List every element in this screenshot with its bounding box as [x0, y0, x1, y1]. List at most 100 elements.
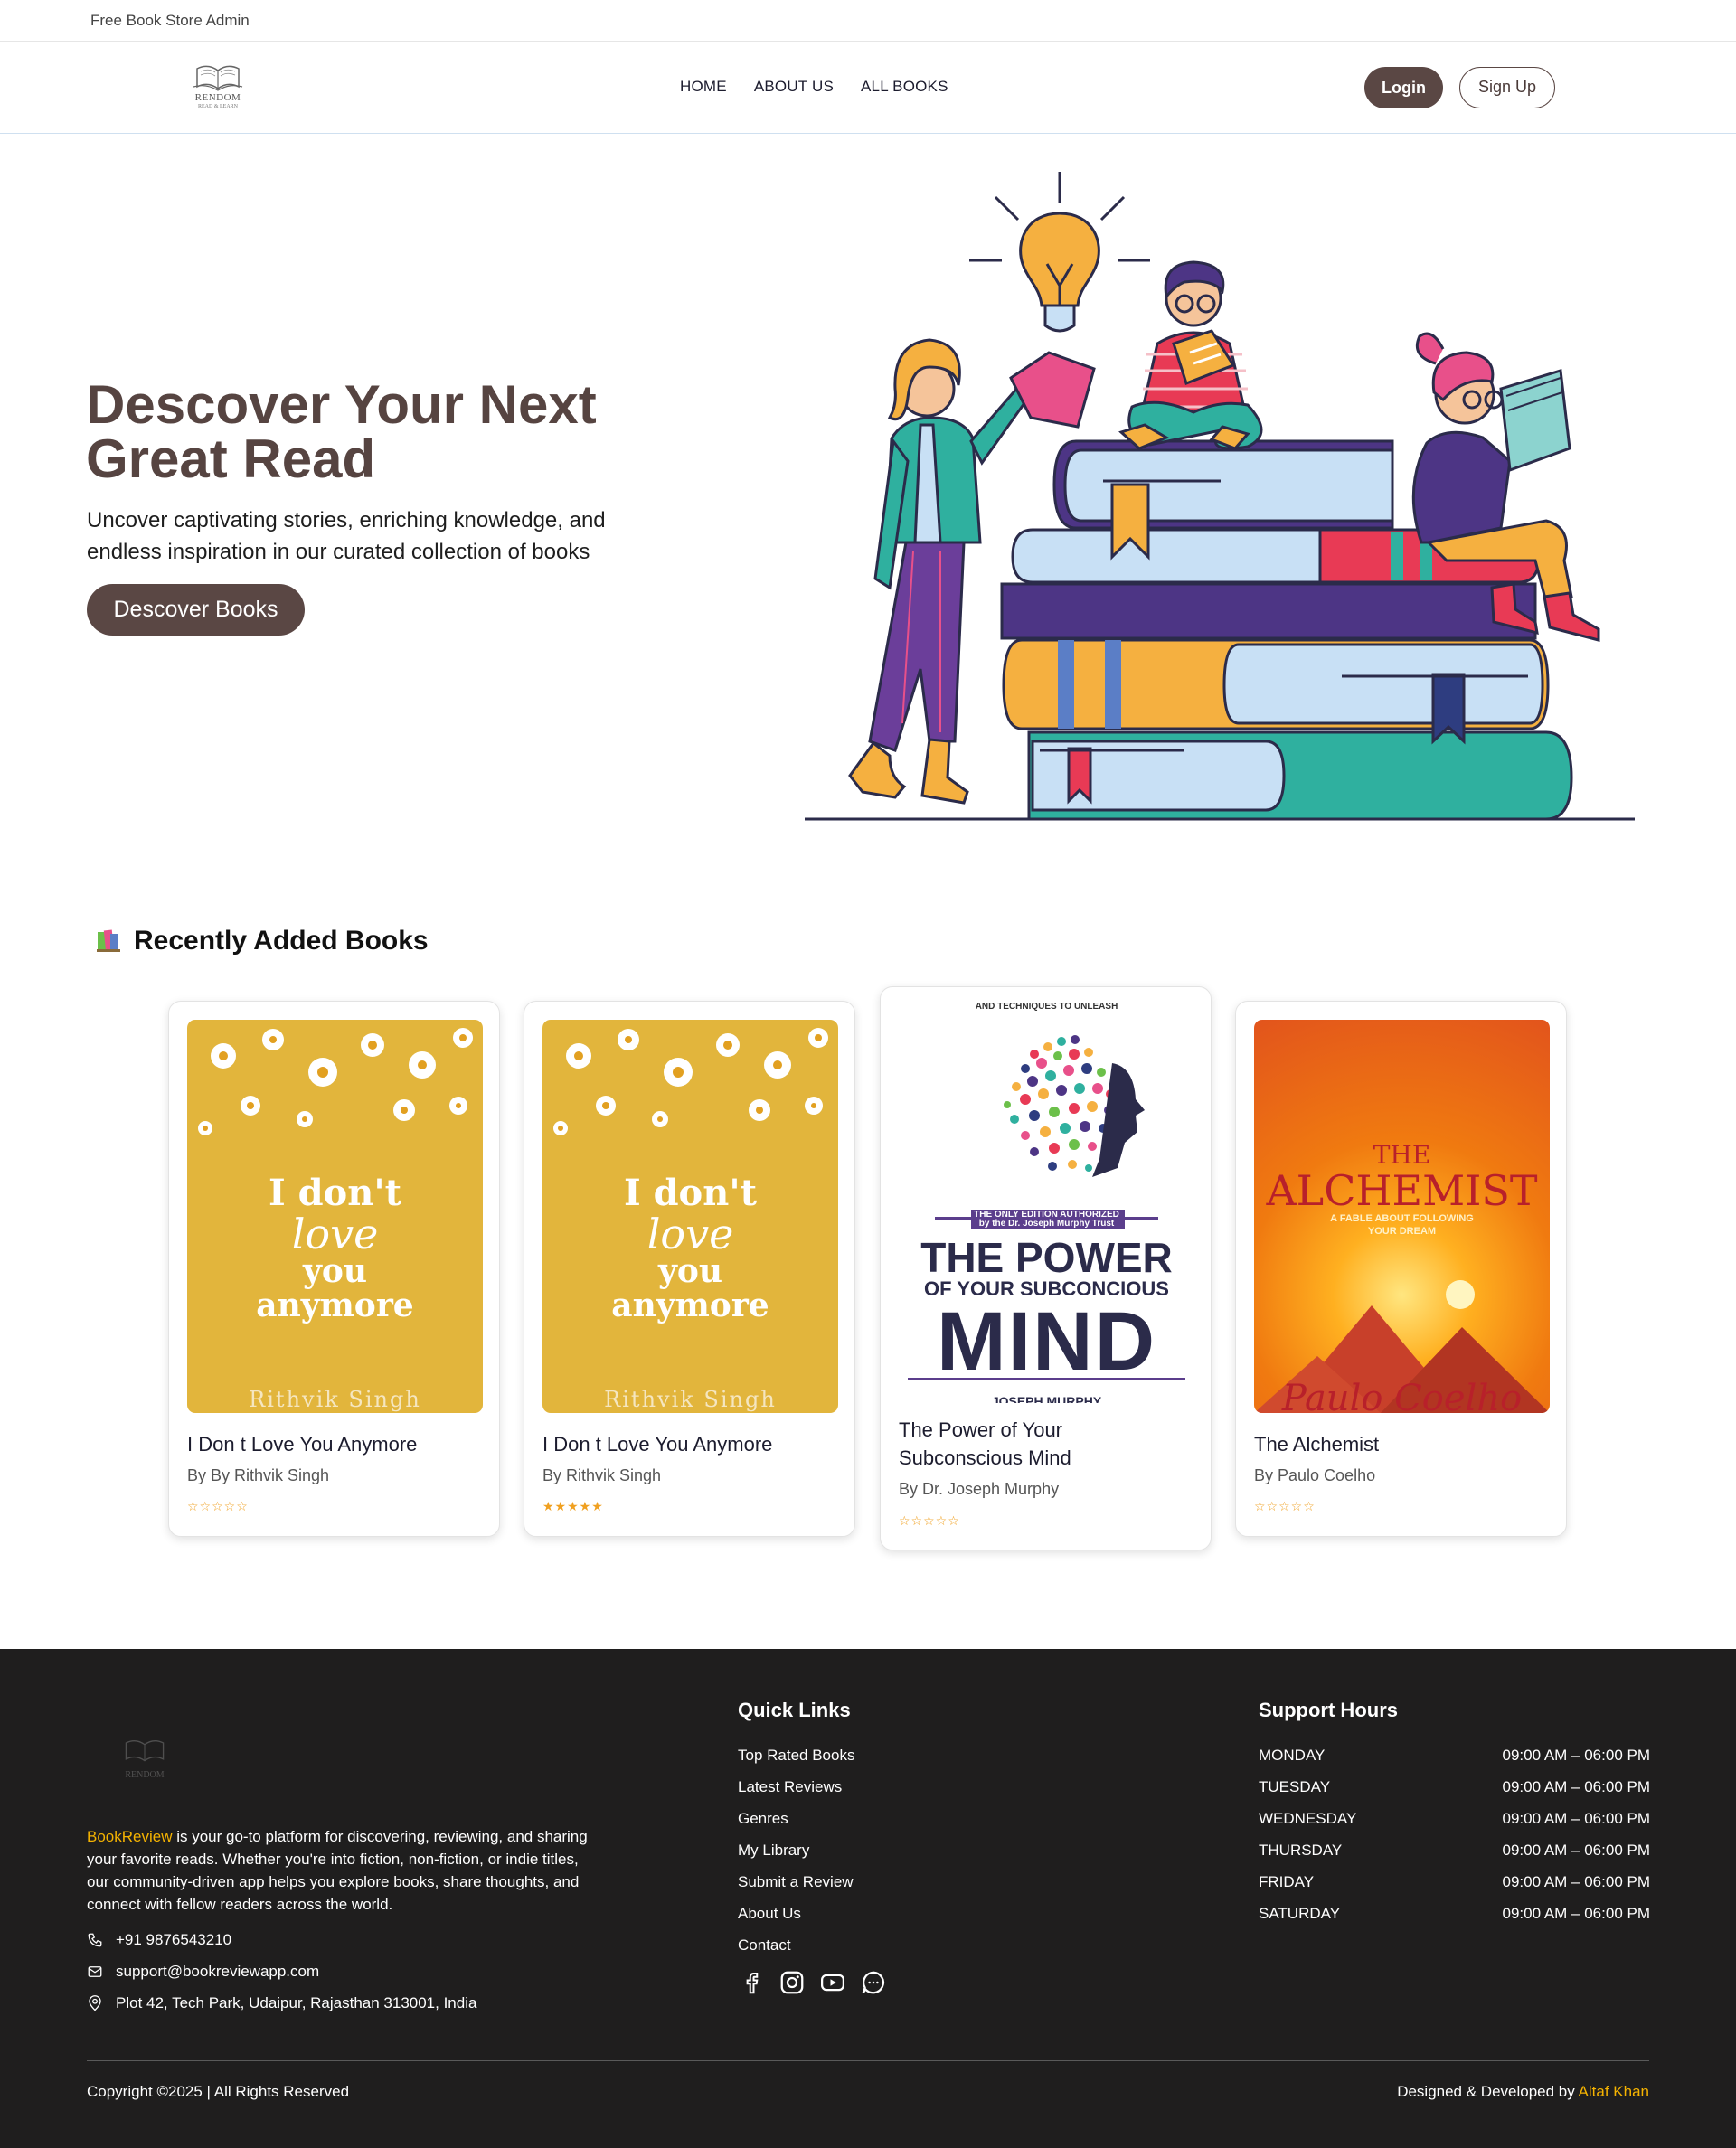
cover-title-line2: love: [646, 1210, 734, 1258]
hero-subtitle-line2: endless inspiration in our curated colle…: [87, 540, 590, 564]
footer-link-my-library[interactable]: My Library: [738, 1834, 854, 1866]
footer-about-line3: our community-driven app helps you explo…: [87, 1873, 580, 1890]
footer-link-latest-reviews[interactable]: Latest Reviews: [738, 1771, 854, 1803]
cover-title-line2: ALCHEMIST: [1266, 1166, 1538, 1215]
footer-brand-name: BookReview: [87, 1828, 173, 1845]
hours-day: WEDNESDAY: [1259, 1810, 1357, 1827]
cover-title-line4: anymore: [256, 1286, 414, 1324]
chat-icon[interactable]: [860, 1969, 887, 1996]
book-logo-icon: [125, 1740, 165, 1762]
book-title[interactable]: I Don t Love You Anymore: [542, 1430, 841, 1458]
main-nav: HOME ABOUT US ALL BOOKS: [680, 78, 948, 96]
footer-email[interactable]: support@bookreviewapp.com: [87, 1963, 319, 1981]
facebook-icon[interactable]: [738, 1969, 765, 1996]
book-author: By Paulo Coelho: [1254, 1466, 1376, 1484]
footer-link-top-rated[interactable]: Top Rated Books: [738, 1739, 854, 1771]
footer-address: Plot 42, Tech Park, Udaipur, Rajasthan 3…: [87, 1994, 476, 2012]
footer-email-text[interactable]: support@bookreviewapp.com: [116, 1963, 319, 1981]
instagram-icon[interactable]: [778, 1969, 806, 1996]
hero-illustration: [805, 172, 1635, 821]
credit-author-link[interactable]: Altaf Khan: [1579, 2083, 1649, 2100]
cover-title-line3: you: [302, 1252, 368, 1290]
social-links: [738, 1969, 887, 1996]
book-rating: ☆☆☆☆☆: [1254, 1499, 1316, 1513]
footer-phone[interactable]: +91 9876543210: [87, 1931, 231, 1949]
book-author: By Rithvik Singh: [542, 1466, 662, 1484]
book-cover-image[interactable]: I don't love you anymore Rithvik Singh: [542, 1020, 838, 1413]
footer-link-contact[interactable]: Contact: [738, 1929, 854, 1961]
hours-day: TUESDAY: [1259, 1778, 1331, 1795]
hours-day: MONDAY: [1259, 1747, 1326, 1764]
cover-title-line2: love: [291, 1210, 379, 1258]
logo-tagline: READ & LEARN: [198, 104, 238, 109]
boy-reading-figure: [1118, 260, 1263, 450]
hours-time: 09:00 AM – 06:00 PM: [1502, 1747, 1651, 1764]
hours-time: 09:00 AM – 06:00 PM: [1502, 1905, 1651, 1922]
footer-about-line4: connect with fellow readers across the w…: [87, 1896, 393, 1913]
cover-title-line4: anymore: [611, 1286, 769, 1324]
book-card[interactable]: I don't love you anymore Rithvik Singh I…: [524, 1001, 855, 1537]
footer-address-text: Plot 42, Tech Park, Udaipur, Rajasthan 3…: [116, 1994, 477, 2011]
hero-subtitle: Uncover captivating stories, enriching k…: [87, 504, 665, 568]
book-card[interactable]: THE ALCHEMIST A FABLE ABOUT FOLLOWING YO…: [1235, 1001, 1567, 1537]
footer-link-submit-review[interactable]: Submit a Review: [738, 1866, 854, 1898]
site-logo[interactable]: RENDOM READ & LEARN: [188, 60, 248, 114]
footer-logo[interactable]: RENDOM: [118, 1735, 172, 1780]
hours-day: THURSDAY: [1259, 1842, 1343, 1859]
footer-phone-text[interactable]: +91 9876543210: [116, 1931, 231, 1949]
lightbulb-icon: [969, 172, 1150, 333]
developer-credit: Designed & Developed by Altaf Khan: [1397, 2083, 1649, 2101]
hours-row: SATURDAY 09:00 AM – 06:00 PM: [1259, 1898, 1650, 1929]
support-hours-list: MONDAY 09:00 AM – 06:00 PM TUESDAY 09:00 A…: [1259, 1739, 1650, 1929]
youtube-icon[interactable]: [819, 1969, 846, 1996]
cover-badge-line2: by the Dr. Joseph Murphy Trust: [978, 1219, 1115, 1229]
site-header: RENDOM READ & LEARN HOME ABOUT US ALL BO…: [0, 42, 1736, 134]
book-rating: ☆☆☆☆☆: [899, 1513, 960, 1528]
mail-icon: [88, 1966, 102, 1977]
hours-time: 09:00 AM – 06:00 PM: [1502, 1778, 1651, 1795]
site-footer: RENDOM BookReview is your go-to platform…: [0, 1649, 1736, 2148]
quick-links-heading: Quick Links: [738, 1699, 851, 1721]
signup-button[interactable]: Sign Up: [1459, 67, 1555, 108]
hours-time: 09:00 AM – 06:00 PM: [1502, 1873, 1651, 1890]
nav-all-books[interactable]: ALL BOOKS: [861, 78, 948, 96]
book-cover-image[interactable]: I don't love you anymore Rithvik Singh: [187, 1020, 483, 1413]
recently-added-title: Recently Added Books: [134, 926, 429, 956]
admin-label[interactable]: Free Book Store Admin: [90, 12, 250, 30]
book-cover-image[interactable]: AND TECHNIQUES TO UNLEASH THE ONLY EDITI…: [899, 1000, 1194, 1407]
cover-title-line1: I don't: [268, 1172, 402, 1214]
cover-title-line3: you: [657, 1252, 723, 1290]
nav-home[interactable]: HOME: [680, 78, 727, 96]
cover-author: Rithvik Singh: [249, 1387, 421, 1412]
login-button[interactable]: Login: [1364, 67, 1443, 108]
hours-time: 09:00 AM – 06:00 PM: [1502, 1842, 1651, 1859]
book-card[interactable]: AND TECHNIQUES TO UNLEASH THE ONLY EDITI…: [880, 986, 1212, 1550]
book-title[interactable]: The Alchemist: [1254, 1430, 1552, 1458]
book-cover-image[interactable]: THE ALCHEMIST A FABLE ABOUT FOLLOWING YO…: [1254, 1020, 1550, 1413]
footer-about-line1: is your go-to platform for discovering, …: [172, 1828, 588, 1845]
hours-row: TUESDAY 09:00 AM – 06:00 PM: [1259, 1771, 1650, 1803]
cover-title-line3: MIND: [936, 1295, 1157, 1388]
top-bar: Free Book Store Admin: [0, 0, 1736, 42]
hero-title: Descover Your Next Great Read: [86, 378, 719, 486]
footer-link-genres[interactable]: Genres: [738, 1803, 854, 1834]
discover-books-button[interactable]: Descover Books: [87, 584, 305, 636]
credit-prefix: Designed & Developed by: [1397, 2083, 1579, 2100]
logo-text: RENDOM: [194, 92, 241, 103]
cover-author: Rithvik Singh: [604, 1387, 777, 1412]
cover-tagline-line2: YOUR DREAM: [1367, 1226, 1437, 1237]
book-title-line2[interactable]: Subconscious Mind: [899, 1446, 1071, 1469]
book-title-line1[interactable]: The Power of Your: [899, 1418, 1062, 1441]
hours-row: FRIDAY 09:00 AM – 06:00 PM: [1259, 1866, 1650, 1898]
footer-about-line2: your favorite reads. Whether you're into…: [87, 1851, 579, 1868]
book-card[interactable]: I don't love you anymore Rithvik Singh I…: [168, 1001, 500, 1537]
nav-about-us[interactable]: ABOUT US: [754, 78, 834, 96]
location-pin-icon: [89, 1995, 101, 2011]
hero-title-line1: Descover Your Next: [86, 374, 597, 435]
hours-day: FRIDAY: [1259, 1873, 1315, 1890]
footer-logo-text: RENDOM: [125, 1770, 165, 1780]
book-title[interactable]: The Power of Your Subconscious Mind: [899, 1416, 1197, 1472]
cover-author: JOSEPH MURPHY: [991, 1394, 1102, 1403]
book-title[interactable]: I Don t Love You Anymore: [187, 1430, 486, 1458]
footer-link-about-us[interactable]: About Us: [738, 1898, 854, 1929]
